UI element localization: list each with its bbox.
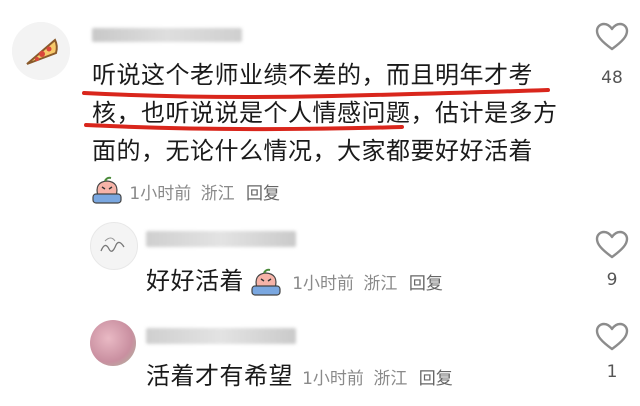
reply-2-meta: 1小时前 浙江 回复 <box>302 369 453 389</box>
heart-icon <box>595 22 629 51</box>
reply-1-meta: 1小时前 浙江 回复 <box>292 274 443 294</box>
reply-2-username-blurred[interactable] <box>146 328 296 344</box>
crying-peach-sticker-icon <box>90 176 124 212</box>
reply-2-time: 1小时前 <box>302 369 364 389</box>
crying-peach-sticker-icon <box>249 268 283 302</box>
reply-1-location: 浙江 <box>363 274 398 294</box>
comment-text-line-3: 面的，无论什么情况，大家都要好好活着 <box>92 137 533 165</box>
comment-time: 1小时前 <box>129 184 192 204</box>
reply-1-text: 好好活着 <box>146 267 244 295</box>
red-underline-annotation <box>82 88 550 132</box>
heart-icon <box>595 322 629 351</box>
reply-1-like-button[interactable]: 9 <box>592 230 632 290</box>
pizza-icon <box>12 22 70 80</box>
handwriting-avatar-icon <box>100 237 125 252</box>
comment-reply-button[interactable]: 回复 <box>246 184 280 204</box>
reply-2-like-button[interactable]: 1 <box>592 322 632 382</box>
reply-2-text: 活着才有希望 <box>146 362 293 390</box>
reply-1-row: 好好活着 1小时前 浙江 回复 <box>146 264 443 302</box>
reply-2-location: 浙江 <box>373 369 408 389</box>
reply-avatar-2[interactable] <box>90 320 136 366</box>
comment-meta: 1小时前 浙江 回复 <box>90 176 280 212</box>
heart-icon <box>595 230 629 259</box>
reply-1-like-count: 9 <box>606 270 618 290</box>
reply-2-like-count: 1 <box>606 362 618 382</box>
reply-1-reply-button[interactable]: 回复 <box>409 274 443 294</box>
comment-like-button[interactable]: 48 <box>592 22 632 88</box>
reply-2-reply-button[interactable]: 回复 <box>419 369 453 389</box>
reply-1-time: 1小时前 <box>292 274 355 294</box>
comment-location: 浙江 <box>200 184 235 204</box>
comment-username-blurred[interactable] <box>92 28 242 42</box>
comment-like-count: 48 <box>601 68 623 88</box>
reply-avatar-1[interactable] <box>90 222 138 270</box>
comment-avatar[interactable] <box>12 22 70 80</box>
reply-1-username-blurred[interactable] <box>146 231 296 247</box>
reply-2-row: 活着才有希望 1小时前 浙江 回复 <box>146 359 453 393</box>
